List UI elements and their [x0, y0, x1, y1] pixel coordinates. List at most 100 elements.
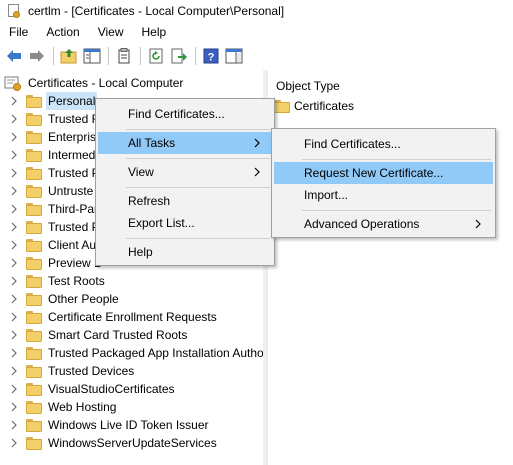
folder-icon [26, 220, 42, 234]
chevron-right-icon[interactable] [8, 437, 20, 449]
folder-icon [26, 112, 42, 126]
menu-item-all-tasks[interactable]: All Tasks [98, 132, 272, 154]
menu-view[interactable]: View [89, 22, 133, 42]
chevron-right-icon[interactable] [8, 185, 20, 197]
chevron-right-icon[interactable] [8, 95, 20, 107]
list-item[interactable]: Certificates [274, 99, 354, 113]
tree-item[interactable]: Client Au [8, 236, 98, 254]
menu-separator [302, 159, 491, 160]
tree-root[interactable]: Certificates - Local Computer [4, 74, 185, 92]
chevron-right-icon[interactable] [8, 293, 20, 305]
context-menu: Find Certificates... All Tasks View Refr… [95, 98, 275, 266]
chevron-right-icon[interactable] [8, 419, 20, 431]
tree-item[interactable]: Preview B [8, 254, 104, 272]
chevron-right-icon[interactable] [8, 149, 20, 161]
export-list-icon[interactable] [168, 45, 190, 67]
tree-item-label: Trusted P [48, 166, 100, 180]
folder-icon [26, 382, 42, 396]
tree-item[interactable]: Smart Card Trusted Roots [8, 326, 189, 344]
tree-root-label: Certificates - Local Computer [28, 76, 184, 90]
folder-icon [26, 166, 42, 180]
menu-action[interactable]: Action [37, 22, 88, 42]
tree-item-label: Third-Par [48, 202, 99, 216]
chevron-right-icon[interactable] [8, 257, 20, 269]
tree-item[interactable]: Third-Par [8, 200, 100, 218]
tree-item[interactable]: Trusted P [8, 164, 102, 182]
menu-item-import[interactable]: Import... [274, 184, 493, 206]
chevron-right-icon[interactable] [8, 203, 20, 215]
menu-item-advanced-operations[interactable]: Advanced Operations [274, 213, 493, 235]
chevron-right-icon[interactable] [8, 347, 20, 359]
folder-icon [26, 400, 42, 414]
refresh-icon[interactable] [145, 45, 167, 67]
tree-item[interactable]: Untruste [8, 182, 95, 200]
menu-separator [126, 158, 270, 159]
folder-icon [26, 328, 42, 342]
menu-bar: File Action View Help [0, 22, 513, 42]
folder-icon [26, 94, 42, 108]
menu-separator [126, 129, 270, 130]
menu-item-find-certificates[interactable]: Find Certificates... [98, 103, 272, 125]
menu-item-label: Help [128, 245, 153, 259]
properties-icon[interactable] [113, 45, 135, 67]
tree-item-label: Other People [48, 292, 119, 306]
menu-item-request-new-certificate[interactable]: Request New Certificate... [274, 162, 493, 184]
tree-item[interactable]: Trusted Devices [8, 362, 136, 380]
chevron-right-icon[interactable] [8, 275, 20, 287]
chevron-right-icon[interactable] [8, 221, 20, 233]
tree-item[interactable]: Other People [8, 290, 121, 308]
tree-item-label: Trusted R [48, 112, 101, 126]
menu-item-find-certificates[interactable]: Find Certificates... [274, 133, 493, 155]
tree-item[interactable]: Web Hosting [8, 398, 118, 416]
folder-icon [26, 292, 42, 306]
menu-help[interactable]: Help [133, 22, 176, 42]
chevron-right-icon[interactable] [8, 311, 20, 323]
chevron-right-icon[interactable] [8, 401, 20, 413]
tree-item[interactable]: VisualStudioCertificates [8, 380, 177, 398]
chevron-right-icon [252, 138, 262, 148]
tree-item[interactable]: Personal [8, 92, 98, 110]
menu-file[interactable]: File [0, 22, 37, 42]
tree-item[interactable]: Windows Live ID Token Issuer [8, 416, 211, 434]
menu-item-export-list[interactable]: Export List... [98, 212, 272, 234]
window-title: certlm - [Certificates - Local Computer\… [28, 4, 285, 18]
chevron-right-icon[interactable] [8, 113, 20, 125]
toolbar-separator [140, 47, 141, 65]
toolbar-separator [195, 47, 196, 65]
tree-item[interactable]: Certificate Enrollment Requests [8, 308, 219, 326]
chevron-right-icon [473, 219, 483, 229]
chevron-right-icon[interactable] [8, 365, 20, 377]
back-arrow-icon[interactable] [3, 45, 25, 67]
tree-item[interactable]: Test Roots [8, 272, 107, 290]
folder-icon [26, 148, 42, 162]
menu-item-refresh[interactable]: Refresh [98, 190, 272, 212]
tree-item-label: Client Au [48, 238, 97, 252]
chevron-right-icon[interactable] [8, 383, 20, 395]
menu-item-label: All Tasks [128, 136, 176, 150]
chevron-right-icon[interactable] [8, 329, 20, 341]
tree-item-label: Enterpris [48, 130, 97, 144]
tree-item[interactable]: WindowsServerUpdateServices [8, 434, 219, 452]
tree-item[interactable]: Intermed [8, 146, 97, 164]
help-icon[interactable]: ? [200, 45, 222, 67]
chevron-right-icon[interactable] [8, 131, 20, 143]
tree-item[interactable]: Trusted P [8, 218, 102, 236]
show-hide-tree-icon[interactable] [81, 45, 103, 67]
menu-item-help[interactable]: Help [98, 241, 272, 263]
tree-item-label: Trusted Packaged App Installation Author [48, 346, 266, 360]
forward-arrow-icon[interactable] [26, 45, 48, 67]
show-hide-action-pane-icon[interactable] [223, 45, 245, 67]
menu-item-label: Find Certificates... [304, 137, 401, 151]
tree-item-label: Personal [46, 92, 98, 110]
tree-item[interactable]: Enterpris [8, 128, 98, 146]
column-header-object-type[interactable]: Object Type [276, 79, 340, 93]
chevron-right-icon[interactable] [8, 167, 20, 179]
menu-item-view[interactable]: View [98, 161, 272, 183]
folder-icon [26, 364, 42, 378]
chevron-right-icon[interactable] [8, 239, 20, 251]
list-item-label: Certificates [294, 99, 355, 113]
up-folder-icon[interactable] [58, 45, 80, 67]
tree-item[interactable]: Trusted Packaged App Installation Author [8, 344, 266, 362]
certificate-app-icon[interactable] [6, 3, 22, 19]
tree-item[interactable]: Trusted R [8, 110, 102, 128]
